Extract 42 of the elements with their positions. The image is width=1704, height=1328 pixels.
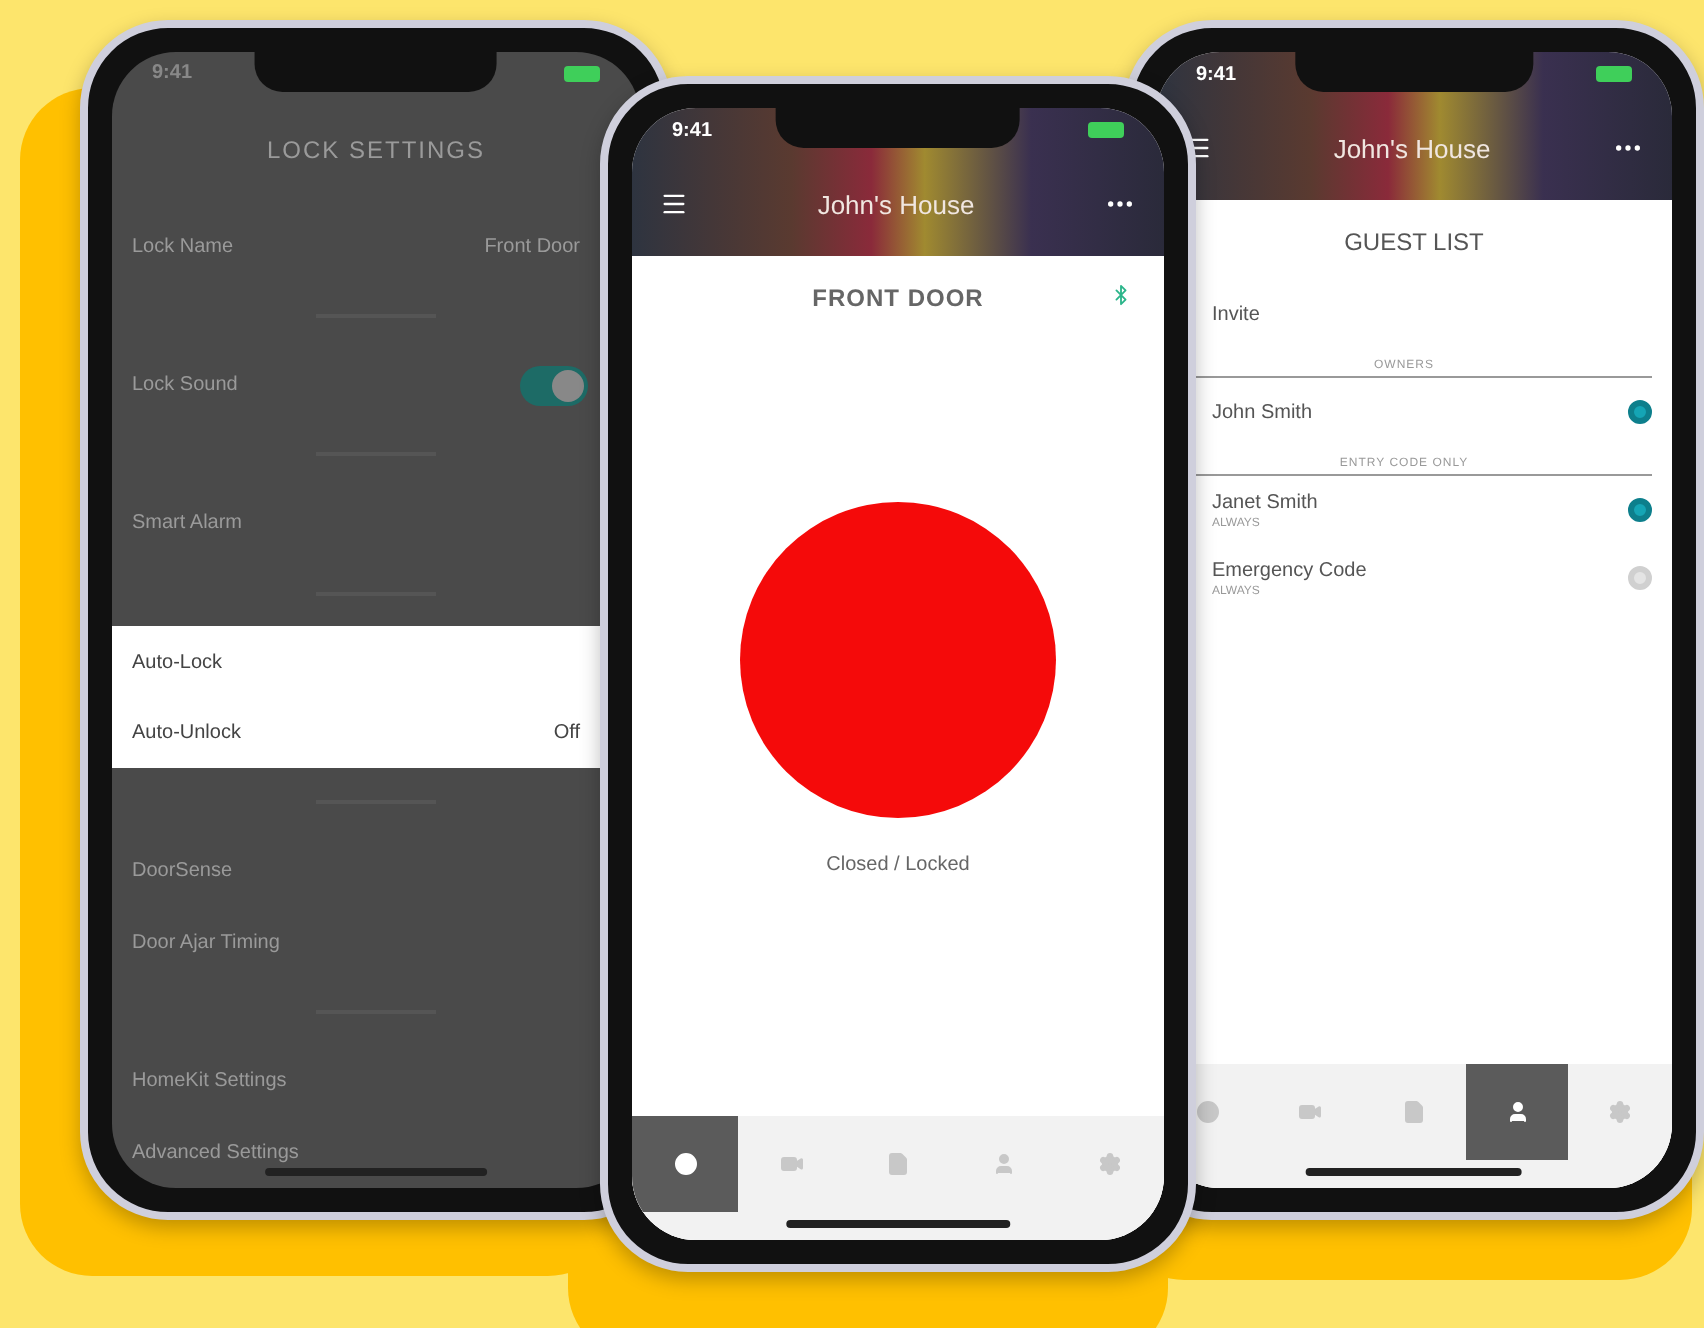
lock-status: Closed / Locked (826, 853, 970, 875)
lock-title: FRONT DOOR (812, 284, 984, 312)
row-label: Smart Alarm (132, 512, 243, 535)
row-label: Advanced Settings (132, 1141, 299, 1164)
screen-title: LOCK SETTINGS (264, 133, 488, 168)
guest-name[interactable]: John Smith (1212, 401, 1608, 423)
row-label: Door Ajar Timing (132, 931, 280, 954)
battery-icon (1596, 66, 1632, 82)
person-icon (1505, 1100, 1530, 1124)
row-label: DoorSense (132, 860, 233, 883)
battery-icon (564, 65, 600, 82)
row-label: Auto-Lock (132, 651, 223, 674)
guest-name[interactable]: Emergency Code (1212, 559, 1608, 581)
invite-link[interactable]: Invite (1212, 303, 1260, 325)
status-time: 9:41 (152, 62, 193, 85)
row-label: Lock Sound (132, 374, 238, 397)
video-camera-icon (1298, 1100, 1323, 1124)
status-time: 9:41 (672, 119, 713, 141)
tab[interactable] (632, 1116, 739, 1212)
document-icon (886, 1152, 910, 1176)
person-icon (992, 1152, 1017, 1176)
row-label: Lock Name (132, 236, 234, 259)
screen-title: GUEST LIST (1342, 226, 1486, 260)
circle-icon (1195, 1100, 1220, 1124)
document-icon (1401, 1100, 1426, 1124)
battery-icon (1088, 122, 1124, 138)
guest-name[interactable]: Janet Smith (1212, 491, 1608, 513)
circle-icon (673, 1152, 698, 1176)
toggle-switch[interactable] (520, 365, 588, 406)
row-value: Off (553, 722, 580, 745)
row-value: Front Door (484, 236, 580, 259)
status-time: 9:41 (1196, 63, 1237, 85)
house-title: John's House (817, 189, 975, 219)
gear-icon (1098, 1152, 1123, 1176)
gear-icon (1608, 1100, 1633, 1124)
tab[interactable] (1465, 1064, 1569, 1160)
row-label: Auto-Unlock (132, 722, 241, 745)
house-title: John's House (1333, 133, 1491, 163)
menu-icon[interactable] (660, 190, 688, 218)
row-label: HomeKit Settings (132, 1070, 287, 1093)
video-camera-icon (779, 1152, 804, 1176)
bluetooth-icon (1110, 284, 1132, 306)
